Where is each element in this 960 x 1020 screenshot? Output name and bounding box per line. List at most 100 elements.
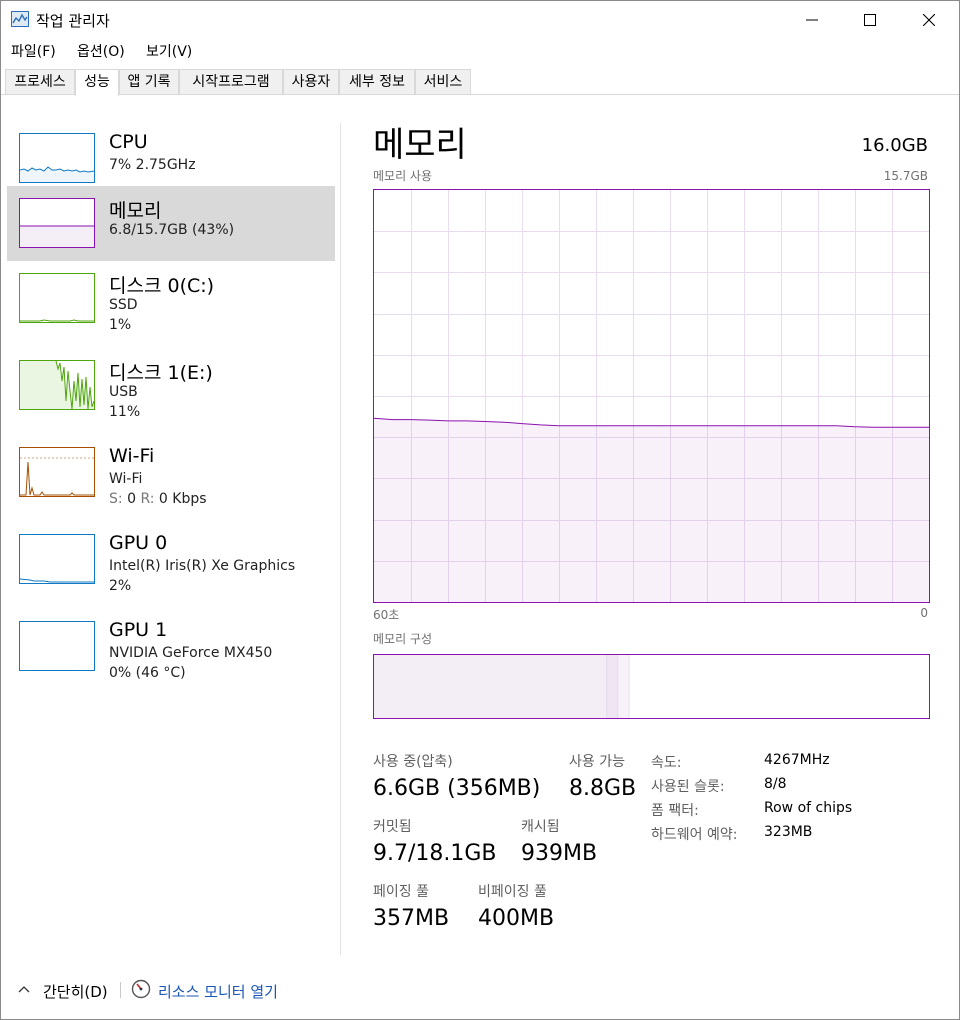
sidebar-item-cpu[interactable]: CPU 7% 2.75GHz (7, 121, 335, 196)
hardware-reserved-value: 323MB (764, 824, 813, 840)
sidebar-item-detail: 6.8/15.7GB (43%) (109, 222, 235, 238)
tab-processes[interactable]: 프로세스 (5, 69, 75, 94)
sidebar-item-usage: 0% (46 °C) (109, 665, 186, 681)
slots-used-value: 8/8 (764, 776, 787, 792)
cached-label: 캐시됨 (521, 819, 560, 835)
non-paged-pool-label: 비페이징 풀 (478, 884, 547, 900)
sidebar-item-usage: 11% (109, 404, 141, 420)
gpu1-thumbnail-graph (19, 621, 95, 671)
tab-users[interactable]: 사용자 (283, 69, 339, 94)
sidebar-item-memory[interactable]: 메모리 6.8/15.7GB (43%) (7, 186, 335, 261)
page-title: 메모리 (373, 125, 467, 165)
menu-view[interactable]: 보기(V) (146, 41, 192, 61)
fewer-details-button[interactable]: 간단히(D) (43, 981, 108, 1002)
chevron-up-icon[interactable] (17, 982, 31, 996)
footer: 간단히(D) 리소스 모니터 열기 (1, 973, 959, 1007)
minimize-icon (806, 19, 818, 21)
wifi-throughput: S: 0 R: 0 Kbps (109, 491, 207, 507)
send-label: S: (109, 491, 123, 507)
window-title: 작업 관리자 (36, 12, 110, 30)
committed-value: 9.7/18.1GB (373, 841, 497, 866)
tab-services[interactable]: 서비스 (415, 69, 471, 94)
sidebar-item-disk-0[interactable]: 디스크 0(C:) SSD 1% (7, 261, 335, 336)
memory-usage-area (374, 418, 929, 602)
sidebar-item-gpu-1[interactable]: GPU 1 NVIDIA GeForce MX450 0% (46 °C) (7, 609, 335, 684)
usage-graph-label: 메모리 사용 (373, 169, 433, 183)
composition-label: 메모리 구성 (373, 632, 433, 646)
in-use-value: 6.6GB (356MB) (373, 776, 541, 801)
close-icon (923, 14, 935, 26)
non-paged-pool-value: 400MB (478, 906, 555, 931)
sidebar-item-detail: NVIDIA GeForce MX450 (109, 645, 273, 661)
sidebar-item-title: GPU 0 (109, 532, 168, 554)
minimize-button[interactable] (783, 1, 841, 39)
menu-options[interactable]: 옵션(O) (77, 41, 125, 61)
sidebar-item-title: 디스크 1(E:) (109, 362, 213, 384)
sidebar-item-title: CPU (109, 131, 148, 153)
in-use-label: 사용 중(압축) (373, 754, 453, 770)
in-use-segment[interactable] (374, 655, 608, 718)
speed-label: 속도: (651, 755, 682, 771)
standby-segment[interactable] (618, 655, 630, 718)
usage-graph-max: 15.7GB (883, 169, 928, 183)
sidebar-item-detail: 7% 2.75GHz (109, 157, 196, 173)
receive-label: R: (140, 491, 155, 507)
graph-x-start: 60초 (373, 608, 400, 622)
paged-pool-value: 357MB (373, 906, 450, 931)
resource-sidebar: CPU 7% 2.75GHz 메모리 6.8/15.7GB (43%) 디스크 … (1, 111, 339, 961)
send-value: 0 (127, 491, 136, 507)
panel-divider[interactable] (340, 123, 341, 955)
sidebar-item-detail: Wi-Fi (109, 471, 143, 487)
sidebar-item-detail: SSD (109, 297, 138, 313)
maximize-button[interactable] (841, 1, 899, 39)
close-button[interactable] (900, 1, 958, 39)
sidebar-item-wifi[interactable]: Wi-Fi Wi-Fi S: 0 R: 0 Kbps (7, 435, 335, 510)
memory-total: 16.0GB (861, 135, 928, 156)
sidebar-item-title: 메모리 (109, 200, 162, 222)
memory-composition-bar[interactable] (373, 654, 930, 719)
graph-x-end: 0 (920, 606, 928, 620)
disk1-thumbnail-graph (19, 360, 95, 410)
sidebar-item-detail: USB (109, 384, 138, 400)
slots-used-label: 사용된 슬롯: (651, 779, 725, 795)
memory-thumbnail-graph (19, 198, 95, 248)
menu-file[interactable]: 파일(F) (11, 41, 56, 61)
memory-usage-graph (373, 189, 930, 603)
title-bar: 작업 관리자 (1, 1, 959, 39)
task-manager-app-icon (11, 11, 29, 27)
sidebar-item-title: GPU 1 (109, 619, 168, 641)
paged-pool-label: 페이징 풀 (373, 884, 429, 900)
tab-details[interactable]: 세부 정보 (339, 69, 415, 94)
available-value: 8.8GB (569, 776, 637, 801)
modified-segment[interactable] (607, 655, 619, 718)
wifi-thumbnail-graph (19, 447, 95, 497)
tab-performance[interactable]: 성능 (75, 69, 119, 96)
gpu0-thumbnail-graph (19, 534, 95, 584)
cpu-thumbnail-graph (19, 133, 95, 183)
sidebar-item-usage: 2% (109, 578, 132, 594)
sidebar-item-title: Wi-Fi (109, 445, 155, 467)
memory-composition-chart (374, 655, 929, 718)
speed-value: 4267MHz (764, 752, 830, 768)
committed-label: 커밋됨 (373, 819, 412, 835)
hardware-reserved-label: 하드웨어 예약: (651, 827, 738, 843)
cached-value: 939MB (521, 841, 598, 866)
form-factor-label: 폼 팩터: (651, 803, 699, 819)
sidebar-item-detail: Intel(R) Iris(R) Xe Graphics (109, 558, 296, 574)
maximize-icon (864, 14, 876, 26)
task-manager-window: 작업 관리자 파일(F) 옵션(O) 보기(V) 프로세스 성능 앱 기록 시작… (0, 0, 960, 1020)
available-label: 사용 가능 (569, 754, 625, 770)
free-segment[interactable] (629, 655, 929, 718)
sidebar-item-title: 디스크 0(C:) (109, 275, 215, 297)
sidebar-item-usage: 1% (109, 317, 132, 333)
memory-usage-chart (374, 190, 929, 602)
footer-separator (120, 982, 121, 998)
tab-startup[interactable]: 시작프로그램 (179, 69, 283, 94)
form-factor-value: Row of chips (764, 800, 853, 816)
tab-app-history[interactable]: 앱 기록 (119, 69, 179, 94)
sidebar-item-disk-1[interactable]: 디스크 1(E:) USB 11% (7, 348, 335, 423)
receive-value: 0 Kbps (158, 491, 207, 507)
tab-strip: 프로세스 성능 앱 기록 시작프로그램 사용자 세부 정보 서비스 (1, 69, 959, 96)
open-resource-monitor-link[interactable]: 리소스 모니터 열기 (158, 981, 278, 1002)
sidebar-item-gpu-0[interactable]: GPU 0 Intel(R) Iris(R) Xe Graphics 2% (7, 522, 335, 597)
